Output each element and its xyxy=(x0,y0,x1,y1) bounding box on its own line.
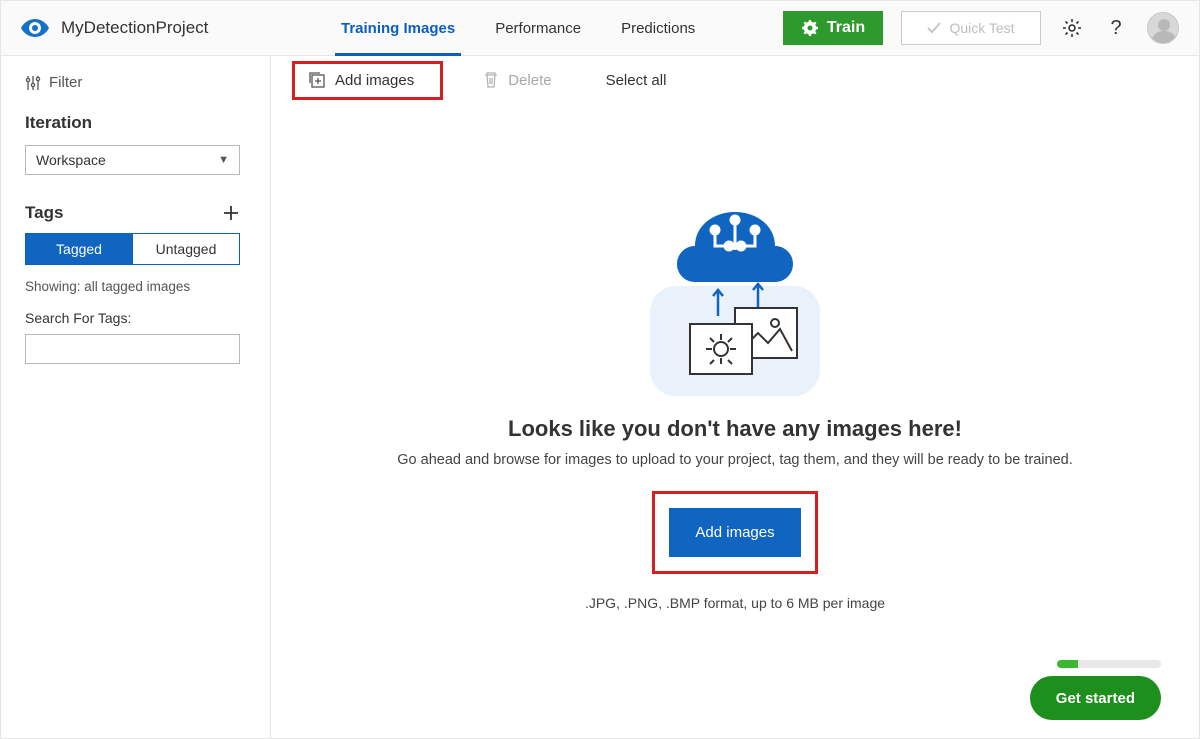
trash-icon xyxy=(484,72,498,88)
train-button-label: Train xyxy=(827,19,865,37)
eye-logo-icon xyxy=(21,19,49,37)
get-started-button[interactable]: Get started xyxy=(1030,676,1161,720)
add-images-highlight: Add images xyxy=(655,494,814,571)
sidebar: Filter Iteration Workspace ▼ Tags Tagged… xyxy=(1,56,271,738)
check-icon xyxy=(927,22,941,34)
main-content: Add images Delete Select all xyxy=(271,56,1199,738)
add-square-icon xyxy=(309,72,325,88)
app-header: MyDetectionProject Training Images Perfo… xyxy=(1,1,1199,56)
train-button[interactable]: Train xyxy=(783,11,883,45)
iteration-heading: Iteration xyxy=(25,113,246,133)
format-note: .JPG, .PNG, .BMP format, up to 6 MB per … xyxy=(271,595,1199,611)
quick-test-button: Quick Test xyxy=(901,11,1041,45)
help-icon: ? xyxy=(1110,17,1121,40)
tab-training-images[interactable]: Training Images xyxy=(341,1,455,55)
delete-toolbar-label: Delete xyxy=(508,72,551,89)
nav-tabs: Training Images Performance Predictions xyxy=(341,1,695,55)
search-tags-label: Search For Tags: xyxy=(25,310,246,326)
onboarding-progress-fill xyxy=(1057,660,1078,668)
quick-test-label: Quick Test xyxy=(949,20,1014,36)
gears-icon xyxy=(801,19,819,37)
add-images-toolbar-button[interactable]: Add images xyxy=(295,64,440,97)
empty-heading: Looks like you don't have any images her… xyxy=(271,416,1199,442)
project-title: MyDetectionProject xyxy=(61,18,208,38)
sliders-icon xyxy=(25,75,41,91)
tab-performance[interactable]: Performance xyxy=(495,1,581,55)
untagged-toggle[interactable]: Untagged xyxy=(132,234,239,264)
select-all-label: Select all xyxy=(606,72,667,89)
empty-subtext: Go ahead and browse for images to upload… xyxy=(271,452,1199,468)
tab-predictions[interactable]: Predictions xyxy=(621,1,695,55)
image-toolbar: Add images Delete Select all xyxy=(271,56,1199,104)
add-tag-button[interactable] xyxy=(222,204,240,222)
plus-icon xyxy=(222,204,240,222)
settings-button[interactable] xyxy=(1059,15,1085,41)
empty-illustration-icon xyxy=(271,196,1199,396)
select-all-toolbar-button[interactable]: Select all xyxy=(596,66,677,95)
caret-down-icon: ▼ xyxy=(218,154,229,166)
help-button[interactable]: ? xyxy=(1103,15,1129,41)
empty-state: Looks like you don't have any images her… xyxy=(271,196,1199,611)
filter-toggle[interactable]: Filter xyxy=(25,74,246,91)
tagged-toggle[interactable]: Tagged xyxy=(26,234,132,264)
search-tags-input[interactable] xyxy=(25,334,240,364)
tag-filter-toggle: Tagged Untagged xyxy=(25,233,240,265)
user-avatar[interactable] xyxy=(1147,12,1179,44)
add-images-toolbar-label: Add images xyxy=(335,72,414,89)
showing-text: Showing: all tagged images xyxy=(25,279,246,294)
gear-icon xyxy=(1062,18,1082,38)
delete-toolbar-button: Delete xyxy=(474,66,561,95)
add-images-main-button[interactable]: Add images xyxy=(669,508,800,557)
iteration-value: Workspace xyxy=(36,152,106,168)
filter-label: Filter xyxy=(49,74,82,91)
tags-heading: Tags xyxy=(25,203,63,223)
onboarding-progress xyxy=(1057,660,1161,668)
iteration-select[interactable]: Workspace ▼ xyxy=(25,145,240,175)
